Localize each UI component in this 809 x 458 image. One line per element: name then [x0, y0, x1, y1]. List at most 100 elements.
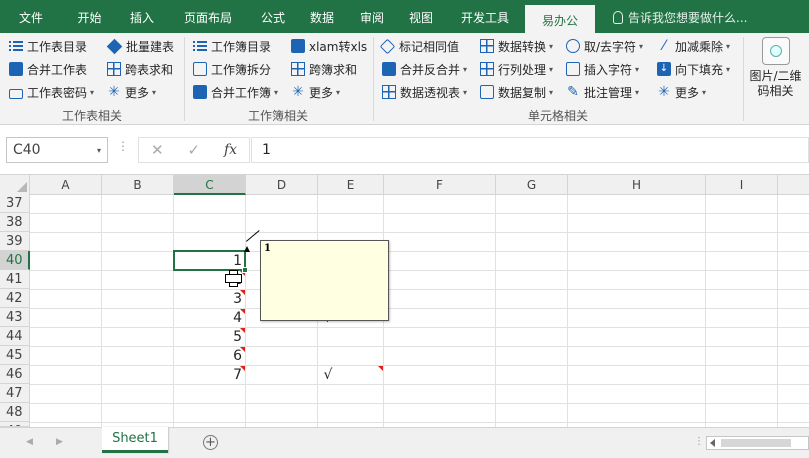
scroll-thumb[interactable]	[721, 439, 791, 447]
tab-file[interactable]: 文件	[0, 0, 62, 33]
tab-view[interactable]: 视图	[397, 0, 445, 33]
batch-create-label: 批量建表	[126, 39, 175, 54]
comment-arrow-icon	[244, 246, 250, 252]
cell-c44[interactable]: 5	[174, 328, 242, 347]
ribbon-separator	[184, 37, 185, 121]
diamond-icon	[106, 38, 123, 54]
column-header-b[interactable]: B	[102, 175, 174, 195]
pivot-table-button[interactable]: 数据透视表 ▾	[382, 82, 467, 102]
row-header-46[interactable]: 46	[0, 365, 30, 384]
cell-c43[interactable]: 4	[174, 309, 242, 328]
cross-book-sum-button[interactable]: 跨簿求和	[291, 59, 357, 79]
select-all-button[interactable]	[0, 175, 30, 195]
sheet-tab-sheet1[interactable]: Sheet1	[102, 427, 168, 453]
xlam-to-xls-button[interactable]: xlam转xls	[291, 36, 367, 56]
comment-box[interactable]: 1	[260, 240, 389, 321]
comment-management-button[interactable]: ✎ 批注管理 ▾	[566, 82, 639, 102]
tab-page-layout[interactable]: 页面布局	[167, 0, 249, 33]
row-header-41[interactable]: 41	[0, 270, 30, 289]
chevron-down-icon: ▾	[463, 87, 468, 97]
ribbon-separator	[373, 37, 374, 121]
cell-c42[interactable]: 3	[174, 290, 242, 309]
merge-workbook-label: 合并工作簿	[211, 85, 272, 100]
workbook-more-button[interactable]: ✳ 更多 ▾	[291, 82, 340, 102]
data-copy-button[interactable]: 数据复制 ▾	[480, 82, 553, 102]
column-header-a[interactable]: A	[30, 175, 102, 195]
merge-worksheet-button[interactable]: 合并工作表	[9, 59, 87, 79]
lock-icon	[9, 89, 23, 99]
table-icon	[107, 62, 121, 76]
row-header-42[interactable]: 42	[0, 289, 30, 308]
worksheet-catalog-button[interactable]: 工作表目录	[9, 36, 87, 56]
mark-same-value-button[interactable]: 标记相同值	[379, 36, 460, 56]
cell-c46[interactable]: 7	[174, 366, 242, 385]
row-header-40[interactable]: 40	[0, 251, 30, 270]
merge-workbook-button[interactable]: 合并工作簿 ▾	[193, 82, 278, 102]
tab-formulas[interactable]: 公式	[249, 0, 297, 33]
column-header-e[interactable]: E	[318, 175, 384, 195]
cell-c45[interactable]: 6	[174, 347, 242, 366]
workbook-catalog-button[interactable]: 工作簿目录	[193, 36, 271, 56]
column-header-i[interactable]: I	[706, 175, 778, 195]
column-header-j[interactable]	[778, 175, 809, 195]
row-header-39[interactable]: 39	[0, 232, 30, 251]
row-header-37[interactable]: 37	[0, 194, 30, 213]
row-header-44[interactable]: 44	[0, 327, 30, 346]
tab-review[interactable]: 审阅	[347, 0, 397, 33]
cell-grid[interactable]	[30, 195, 809, 427]
add-sheet-icon[interactable]: +	[203, 435, 218, 450]
cell-group-label: 单元格相关	[528, 109, 589, 123]
prev-sheet-icon[interactable]: ◀	[26, 437, 33, 447]
cell-cursor-icon	[225, 270, 242, 287]
next-sheet-icon[interactable]: ▶	[56, 437, 63, 447]
cancel-icon[interactable]: ✕	[151, 141, 164, 159]
tab-insert[interactable]: 插入	[117, 0, 167, 33]
cell-more-button[interactable]: ✳ 更多 ▾	[657, 82, 706, 102]
scroll-left-icon[interactable]	[710, 439, 715, 447]
column-header-c[interactable]: C	[174, 175, 246, 195]
column-header-h[interactable]: H	[568, 175, 706, 195]
batch-create-sheet-button[interactable]: 批量建表	[106, 36, 175, 56]
file-convert-icon	[291, 39, 305, 53]
fill-down-button[interactable]: ↓ 向下填充 ▾	[657, 59, 730, 79]
image-qr-button[interactable]: 图片/二维码相关	[748, 37, 803, 107]
column-header-d[interactable]: D	[246, 175, 318, 195]
cross-sheet-sum-button[interactable]: 跨表求和	[107, 59, 173, 79]
mark-same-value-label: 标记相同值	[399, 39, 460, 54]
table-icon	[480, 62, 494, 76]
row-header-38[interactable]: 38	[0, 213, 30, 232]
name-box[interactable]: C40 ▾	[6, 137, 108, 163]
workbook-catalog-label: 工作簿目录	[211, 39, 272, 54]
take-remove-char-button[interactable]: 取/去字符 ▾	[566, 36, 643, 56]
tab-data[interactable]: 数据	[297, 0, 347, 33]
tab-split-handle-icon[interactable]: ⋮	[694, 436, 704, 447]
insert-char-button[interactable]: 插入字符 ▾	[566, 59, 639, 79]
column-header-g[interactable]: G	[496, 175, 568, 195]
tab-developer[interactable]: 开发工具	[445, 0, 525, 33]
row-header-47[interactable]: 47	[0, 384, 30, 403]
cell-e46[interactable]: √	[318, 366, 338, 385]
chevron-down-icon[interactable]: ▾	[97, 146, 101, 155]
fill-handle[interactable]	[242, 267, 248, 273]
formula-input[interactable]: 1	[251, 137, 809, 163]
tell-me-box[interactable]: 告诉我您想要做什么...	[613, 0, 747, 33]
tab-home[interactable]: 开始	[62, 0, 117, 33]
row-header-45[interactable]: 45	[0, 346, 30, 365]
tab-yibangong[interactable]: 易办公	[525, 5, 595, 33]
row-header-48[interactable]: 48	[0, 403, 30, 422]
chevron-down-icon: ▾	[702, 87, 707, 97]
worksheet-password-button[interactable]: 工作表密码 ▾	[9, 82, 94, 102]
row-column-button[interactable]: 行列处理 ▾	[480, 59, 553, 79]
data-convert-button[interactable]: 数据转换 ▾	[480, 36, 553, 56]
workbook-split-button[interactable]: 工作簿拆分	[193, 59, 271, 79]
arithmetic-button[interactable]: ⁄ 加减乘除 ▾	[657, 36, 730, 56]
worksheet-more-button[interactable]: ✳ 更多 ▾	[107, 82, 156, 102]
row-header-43[interactable]: 43	[0, 308, 30, 327]
drag-handle-icon[interactable]: ⋮	[117, 139, 129, 153]
enter-icon[interactable]: ✓	[187, 141, 200, 159]
column-header-f[interactable]: F	[384, 175, 496, 195]
insert-function-icon[interactable]: fx	[224, 142, 237, 158]
merge-unmerge-button[interactable]: 合并反合并 ▾	[382, 59, 467, 79]
horizontal-scrollbar[interactable]	[706, 436, 809, 450]
grid-line	[495, 195, 496, 427]
